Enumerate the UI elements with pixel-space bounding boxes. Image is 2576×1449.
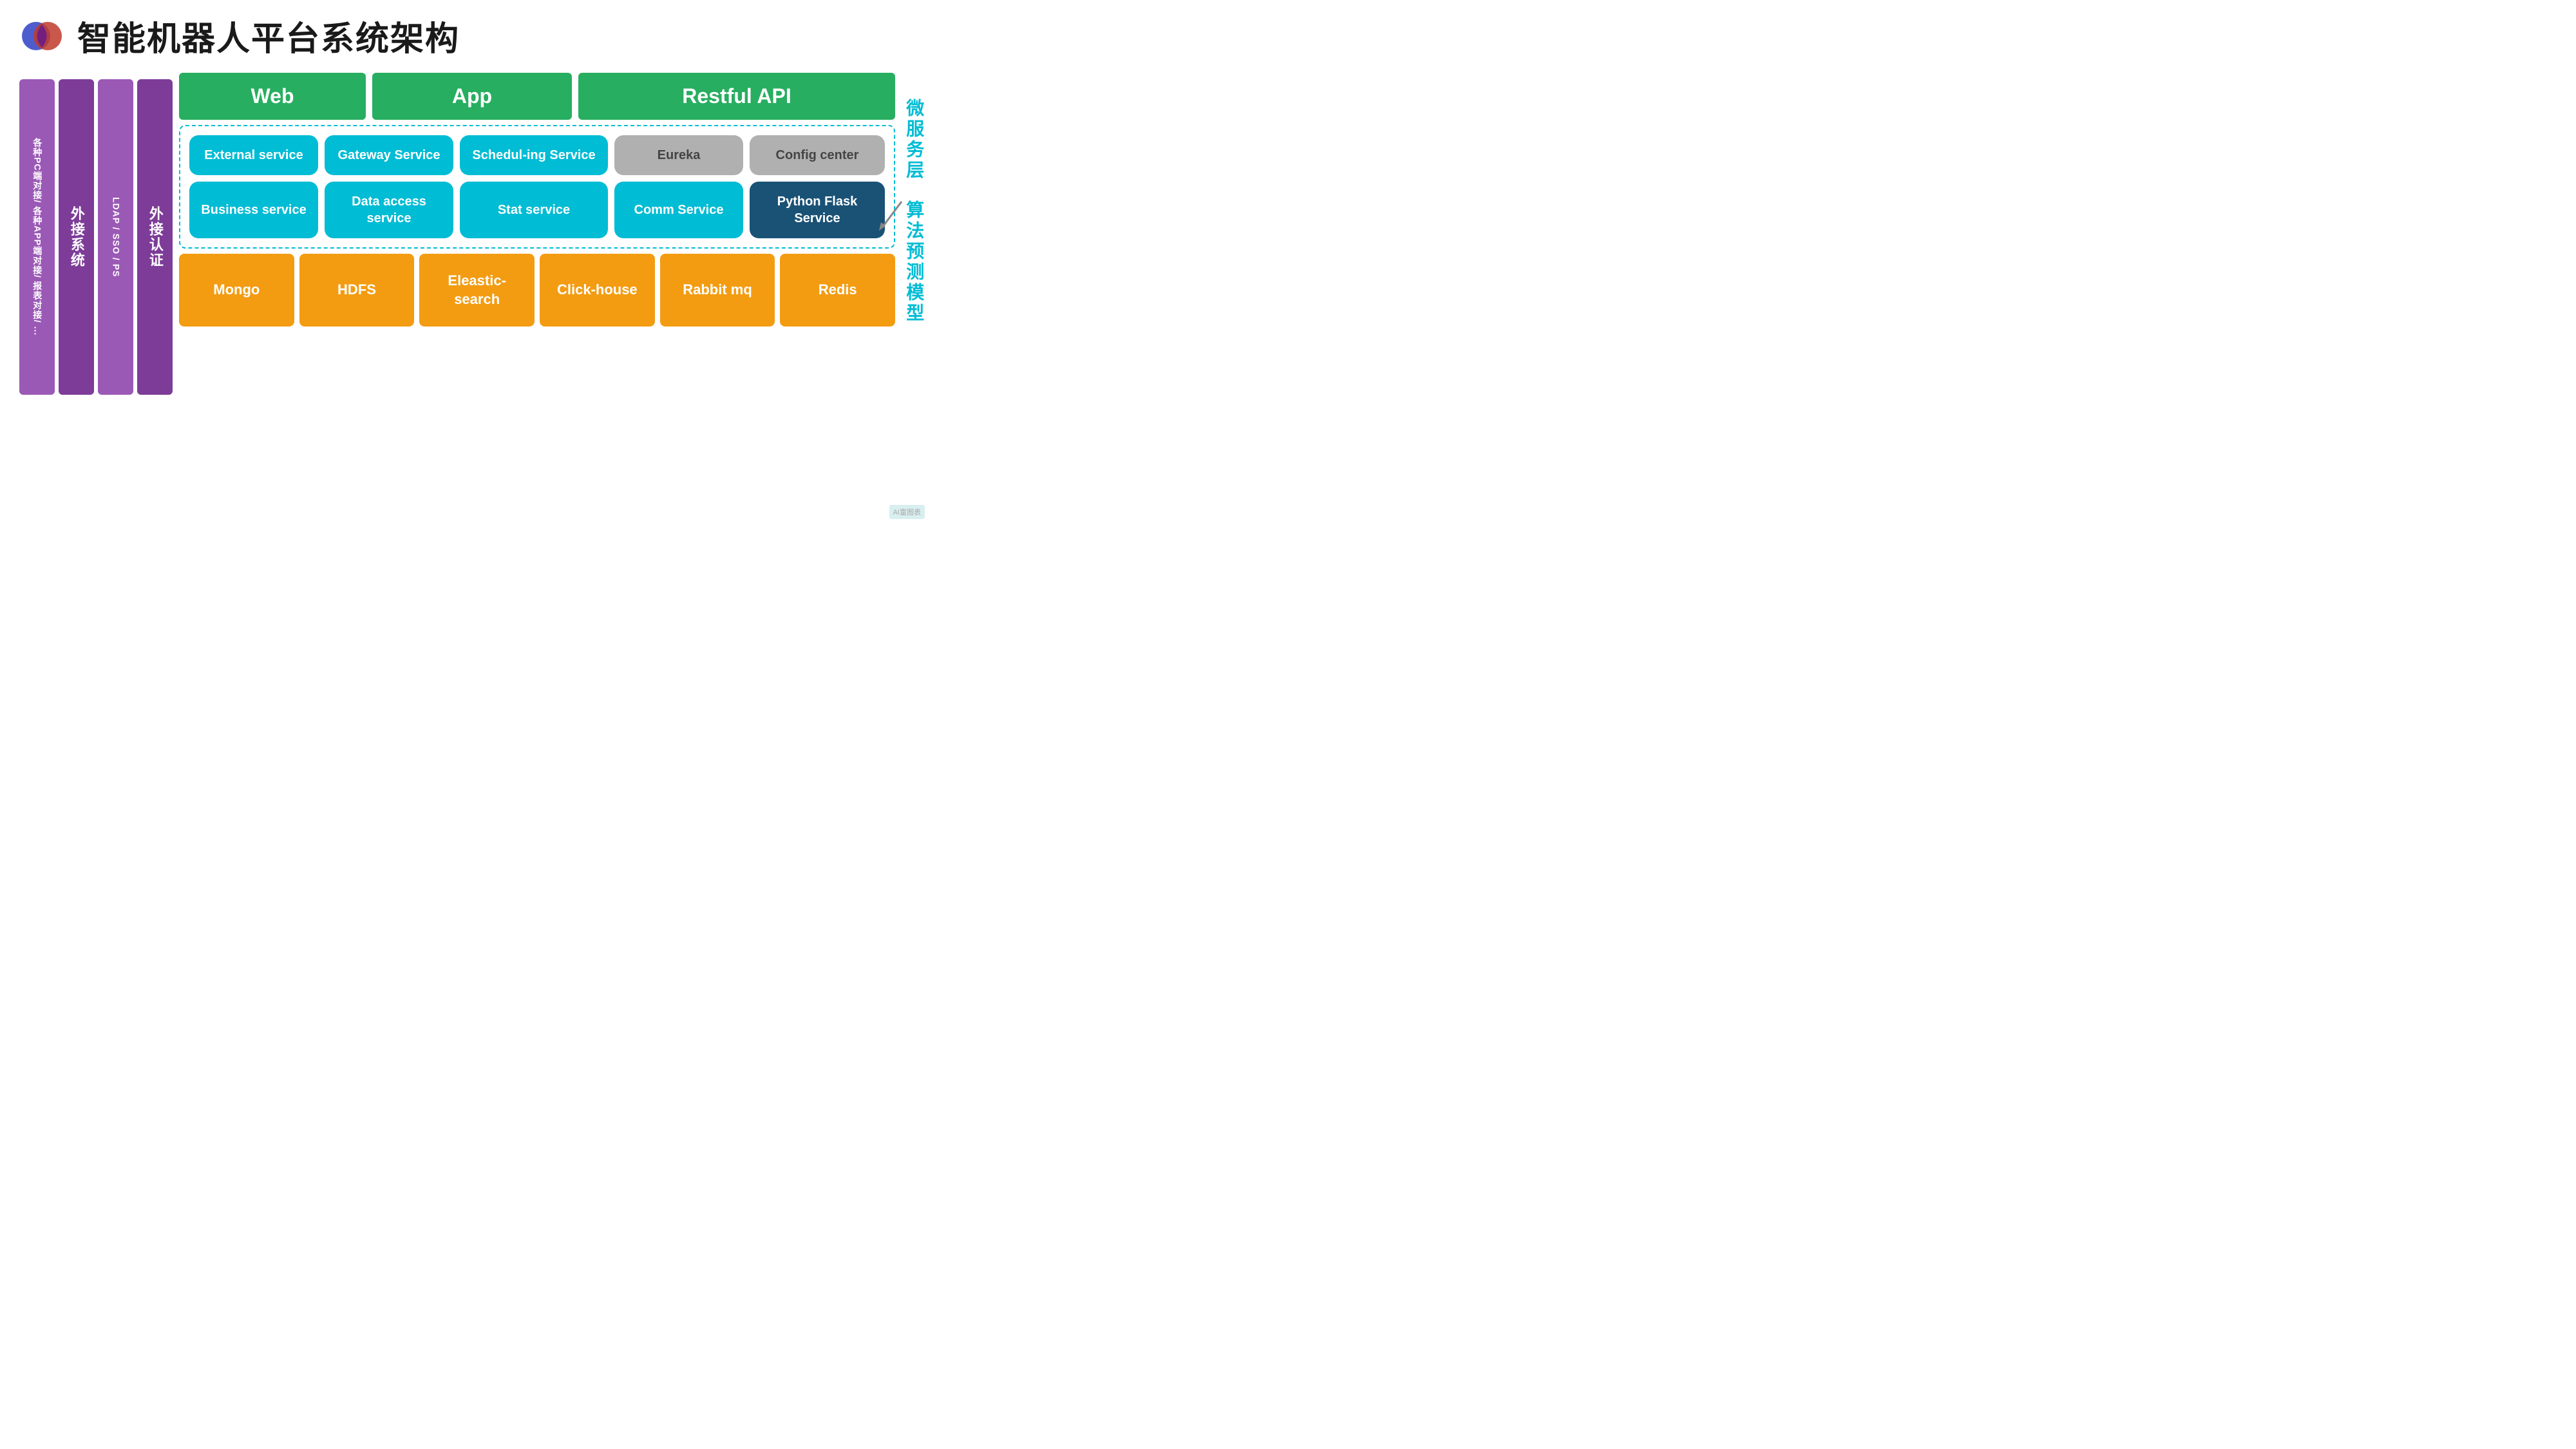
gateway-service-box: Gateway Service (325, 135, 453, 175)
right-label-microservice: 微服务层 (902, 99, 927, 181)
page-title: 智能机器人平台系统架构 (77, 12, 460, 60)
header-app: App (372, 73, 572, 120)
scheduling-service-box: Schedul-ing Service (460, 135, 608, 175)
right-sidebar: 微服务层 算法预测模型 (902, 79, 927, 324)
sidebar-text-external: 外接系统 (59, 79, 94, 395)
services-row-1: External service Gateway Service Schedul… (189, 135, 885, 175)
services-container: External service Gateway Service Schedul… (179, 125, 895, 249)
mongo-box: Mongo (179, 254, 294, 327)
comm-service-box: Comm Service (614, 182, 743, 238)
logo (19, 14, 64, 59)
top-headers: Web App Restful API (179, 73, 895, 120)
center-area: Web App Restful API External service Gat… (179, 73, 895, 327)
clickhouse-box: Click-house (540, 254, 655, 327)
hdfs-box: HDFS (299, 254, 415, 327)
main-content: 各种PC端对接/ 各种APP端对接/ 报表对接/ ... 外接系统 LDAP /… (0, 66, 938, 521)
header-api: Restful API (578, 73, 895, 120)
services-row-2: Business service Data access service Sta… (189, 182, 885, 238)
business-service-box: Business service (189, 182, 318, 238)
config-center-box: Config center (750, 135, 885, 175)
data-access-service-box: Data access service (325, 182, 453, 238)
python-flask-service-box: Python Flask Service (750, 182, 885, 238)
redis-box: Redis (780, 254, 895, 327)
external-service-box: External service (189, 135, 318, 175)
header: 智能机器人平台系统架构 (0, 0, 938, 66)
watermark: AI富图表 (889, 505, 925, 519)
sidebar-text-auth: 外接认证 (137, 79, 173, 395)
left-sidebar: 各种PC端对接/ 各种APP端对接/ 报表对接/ ... 外接系统 LDAP /… (19, 79, 173, 395)
rabbitmq-box: Rabbit mq (660, 254, 775, 327)
sidebar-text-ldap: LDAP / SSO / PS (98, 79, 133, 395)
header-web: Web (179, 73, 366, 120)
elasticsearch-box: Eleastic-search (419, 254, 535, 327)
sidebar-text-misc: 各种PC端对接/ 各种APP端对接/ 报表对接/ ... (19, 79, 55, 395)
stat-service-box: Stat service (460, 182, 608, 238)
eureka-box: Eureka (614, 135, 743, 175)
bottom-row: Mongo HDFS Eleastic-search Click-house R… (179, 254, 895, 327)
